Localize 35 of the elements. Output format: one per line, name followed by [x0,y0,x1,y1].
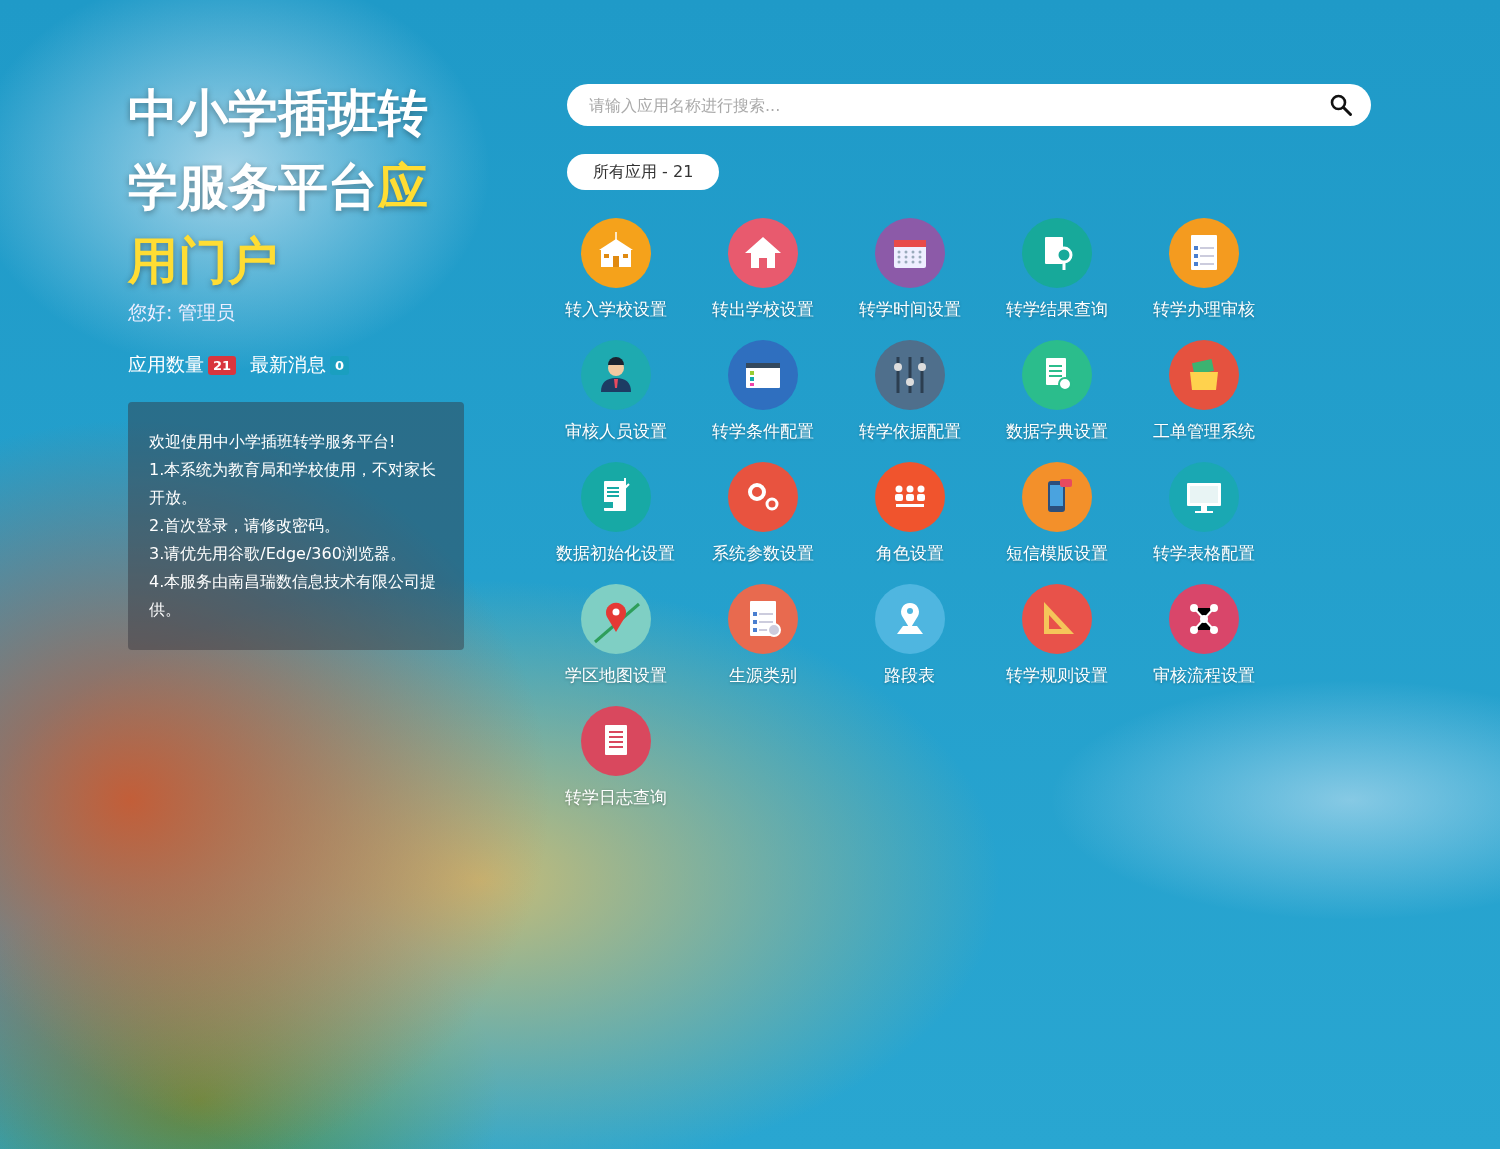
count-badge: 21 [208,355,237,375]
search-field[interactable]: 请输入应用名称进行搜索... [567,84,1371,126]
app-label[interactable]: 转学日志查询 [564,786,667,809]
app-label[interactable]: 审核流程设置 [1152,664,1255,687]
app-label[interactable]: 转出学校设置 [711,298,814,321]
app-label[interactable]: 转学依据配置 [858,420,961,443]
app-label[interactable]: 路段表 [884,664,935,687]
app-label[interactable]: 转学办理审核 [1152,298,1255,321]
app-label[interactable]: 转学规则设置 [1005,664,1108,687]
app-label[interactable]: 数据字典设置 [1005,420,1108,443]
app-label[interactable]: 工单管理系统 [1152,420,1255,443]
app-label[interactable]: 生源类别 [728,664,797,687]
notice-text: 欢迎使用中小学插班转学服务平台! [149,431,397,453]
notice-text: 4.本服务由南昌瑞数信息技术有限公司提供。 [149,571,438,621]
app-label[interactable]: 短信模版设置 [1005,542,1108,565]
app-label[interactable]: 数据初始化设置 [556,542,675,565]
app-label[interactable]: 学区地图设置 [564,664,667,687]
page-title: 中小学插班转学服务平台应用门户 [128,83,429,292]
stat-label: 应用数量 [128,352,204,377]
app-label[interactable]: 审核人员设置 [564,420,667,443]
greeting-text: 您好: 管理员 [128,300,237,325]
app-label[interactable]: 转学时间设置 [858,298,961,321]
notice-text: 3.请优先用谷歌/Edge/360浏览器。 [149,543,407,565]
app-label[interactable]: 转学表格配置 [1152,542,1255,565]
category-tab[interactable]: 所有应用 - 21 [567,154,720,190]
search-icon[interactable] [1329,93,1353,117]
app-label[interactable]: 系统参数设置 [711,542,814,565]
app-label[interactable]: 转学结果查询 [1005,298,1108,321]
stat-label: 最新消息 [250,352,327,377]
app-label[interactable]: 转学条件配置 [711,420,814,443]
app-label[interactable]: 转入学校设置 [564,298,667,321]
app-label[interactable]: 角色设置 [875,542,944,565]
notice-text: 1.本系统为教育局和学校使用，不对家长开放。 [149,459,438,509]
count-badge: 0 [330,355,350,375]
notice-text: 2.首次登录，请修改密码。 [149,515,342,537]
